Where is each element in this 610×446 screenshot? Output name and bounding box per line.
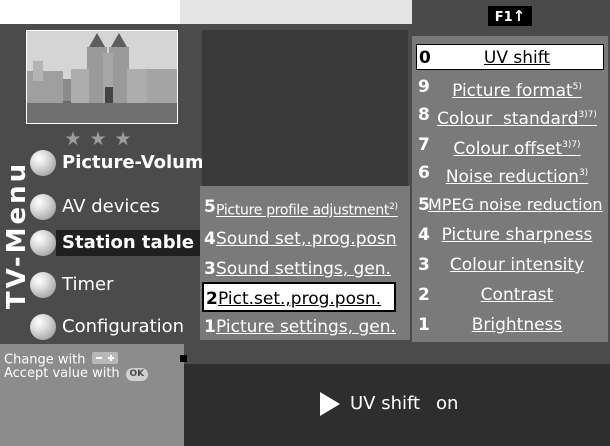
submenu-item-picture-settings[interactable]: 1 Picture settings, gen. <box>200 312 410 342</box>
ball-icon <box>30 314 56 340</box>
option-number: 7 <box>418 135 430 155</box>
help-accept-line: Accept value with OK <box>4 366 148 381</box>
ball-icon <box>30 230 56 256</box>
option-contrast[interactable]: 2 Contrast <box>416 282 604 308</box>
submenu-item-picture-profile[interactable]: 5 Picture profile adjustment2) <box>200 192 410 222</box>
sidebar-item-picture-volume[interactable]: Picture-Volume <box>26 148 216 178</box>
option-number: 6 <box>418 163 430 183</box>
submenu-item-number: 3 <box>204 259 216 279</box>
sidebar-item-av-devices[interactable]: AV devices <box>26 192 196 222</box>
status-setting-value[interactable]: on <box>436 390 458 418</box>
sidebar-item-configuration[interactable]: Configuration <box>26 312 196 342</box>
sidebar-item-timer[interactable]: Timer <box>26 270 196 300</box>
footnote-marker: 5) <box>572 82 582 92</box>
sidebar-item-label: Picture-Volume <box>62 152 216 173</box>
sidebar-item-label: Timer <box>62 274 114 295</box>
option-picture-sharpness[interactable]: 4 Picture sharpness <box>416 222 604 248</box>
sidebar-item-label: AV devices <box>62 196 160 217</box>
option-colour-intensity[interactable]: 3 Colour intensity <box>416 252 604 278</box>
option-number: 2 <box>418 285 430 305</box>
option-label: Colour standard3)7) <box>437 109 597 129</box>
ball-icon <box>30 194 56 220</box>
option-noise-reduction[interactable]: 6 Noise reduction3) <box>416 160 604 187</box>
option-label: Picture sharpness <box>441 225 593 245</box>
picture-thumbnail <box>26 30 178 124</box>
f1-key-label: F1 <box>494 10 513 25</box>
option-number: 1 <box>418 315 430 335</box>
submenu-item-label: Picture profile adjustment2) <box>216 202 398 219</box>
sidebar-item-label: Configuration <box>62 316 185 337</box>
option-mpeg-noise-reduction[interactable]: 5 MPEG noise reduction <box>416 192 604 218</box>
ball-icon <box>30 272 56 298</box>
option-label: UV shift <box>483 48 551 68</box>
option-label: MPEG noise reduction <box>428 195 603 214</box>
option-number: 8 <box>418 105 430 125</box>
option-colour-offset[interactable]: 7 Colour offset3)7) <box>416 132 604 159</box>
footnote-marker: 2) <box>389 202 398 212</box>
sidebar-item-station-table[interactable]: Station table <box>26 228 208 258</box>
footnote-marker: 3)7) <box>578 110 597 120</box>
ball-icon <box>30 150 56 176</box>
option-label: Contrast <box>480 285 554 305</box>
option-label: Brightness <box>471 315 563 335</box>
help-accept-text: Accept value with <box>4 366 120 381</box>
option-brightness[interactable]: 1 Brightness <box>416 312 604 338</box>
up-arrow-icon: ↑ <box>512 7 526 25</box>
option-number: 4 <box>418 225 430 245</box>
submenu-item-label: Pict.set.,prog.posn. <box>218 289 382 309</box>
status-setting-name: UV shift <box>350 393 421 414</box>
submenu-item-number: 1 <box>204 317 216 337</box>
ok-key-icon: OK <box>125 366 148 381</box>
option-label: Picture format5) <box>452 81 582 101</box>
option-number: 0 <box>419 48 431 68</box>
option-uv-shift[interactable]: 0 UV shift <box>416 44 604 70</box>
submenu-item-pict-set-prog[interactable]: 2 Pict.set.,prog.posn. <box>202 282 396 312</box>
town-gate-image <box>27 31 177 123</box>
option-label: Noise reduction3) <box>445 167 589 187</box>
play-arrow-icon <box>320 392 340 416</box>
f1-key-badge[interactable]: F1↑ <box>488 6 532 26</box>
submenu-item-label: Sound settings, gen. <box>216 259 391 279</box>
submenu-item-sound-settings[interactable]: 3 Sound settings, gen. <box>200 254 410 284</box>
submenu-item-label: Sound set,.prog.posn <box>216 229 397 249</box>
picture-preview <box>202 30 408 186</box>
status-bar: UV shift on <box>184 364 610 446</box>
option-label: Colour intensity <box>449 255 585 275</box>
option-picture-format[interactable]: 9 Picture format5) <box>416 74 604 101</box>
submenu-item-number: 2 <box>206 289 218 309</box>
option-label: Colour offset3)7) <box>453 139 581 159</box>
option-colour-standard[interactable]: 8 Colour standard3)7) <box>416 102 604 129</box>
submenu-item-number: 5 <box>204 197 216 217</box>
footnote-marker: 3)7) <box>562 140 581 150</box>
option-number: 9 <box>418 77 430 97</box>
submenu-item-sound-set-prog[interactable]: 4 Sound set,.prog.posn <box>200 224 410 254</box>
help-panel: Change with Accept value with OK <box>0 344 184 446</box>
option-number: 3 <box>418 255 430 275</box>
submenu-item-number: 4 <box>204 229 216 249</box>
submenu-item-label: Picture settings, gen. <box>216 317 396 337</box>
footnote-marker: 3) <box>578 168 589 178</box>
sidebar-item-label: Station table <box>62 232 194 253</box>
help-marker <box>180 355 187 362</box>
